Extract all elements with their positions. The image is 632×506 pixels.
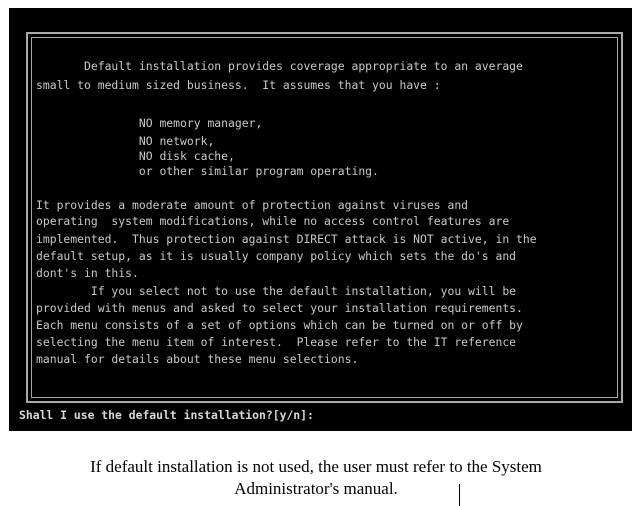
figure: Default installation provides coverage a…	[0, 0, 632, 506]
dialog-line: or other similar program operating.	[36, 164, 379, 178]
dialog-line: Each menu consists of a set of options w…	[36, 318, 523, 332]
dialog-line: implemented. Thus protection against DIR…	[36, 232, 537, 246]
dialog-line: dont's in this.	[36, 266, 139, 280]
dialog-line: provided with menus and asked to select …	[36, 301, 523, 315]
figure-caption: If default installation is not used, the…	[0, 456, 632, 500]
dialog-line: manual for details about these menu sele…	[36, 352, 359, 366]
dialog-line: NO network,	[36, 134, 215, 148]
dialog-line: small to medium sized business. It assum…	[36, 78, 441, 92]
caption-line-2: Administrator's manual.	[234, 479, 398, 498]
dialog-line: It provides a moderate amount of protect…	[36, 198, 469, 212]
caption-line-1: If default installation is not used, the…	[90, 457, 542, 476]
dialog-line: selecting the menu item of interest. Ple…	[36, 335, 517, 349]
dialog-line: operating system modifications, while no…	[36, 214, 510, 228]
dialog-line: NO disk cache,	[36, 149, 235, 163]
dialog-line: default setup, as it is usually company …	[36, 249, 517, 263]
dialog-line: If you select not to use the default ins…	[36, 284, 517, 298]
dialog-line: NO memory manager,	[36, 116, 263, 130]
dialog-line: Default installation provides coverage a…	[36, 59, 523, 73]
divider	[459, 484, 460, 506]
install-prompt[interactable]: Shall I use the default installation?[y/…	[19, 408, 314, 422]
